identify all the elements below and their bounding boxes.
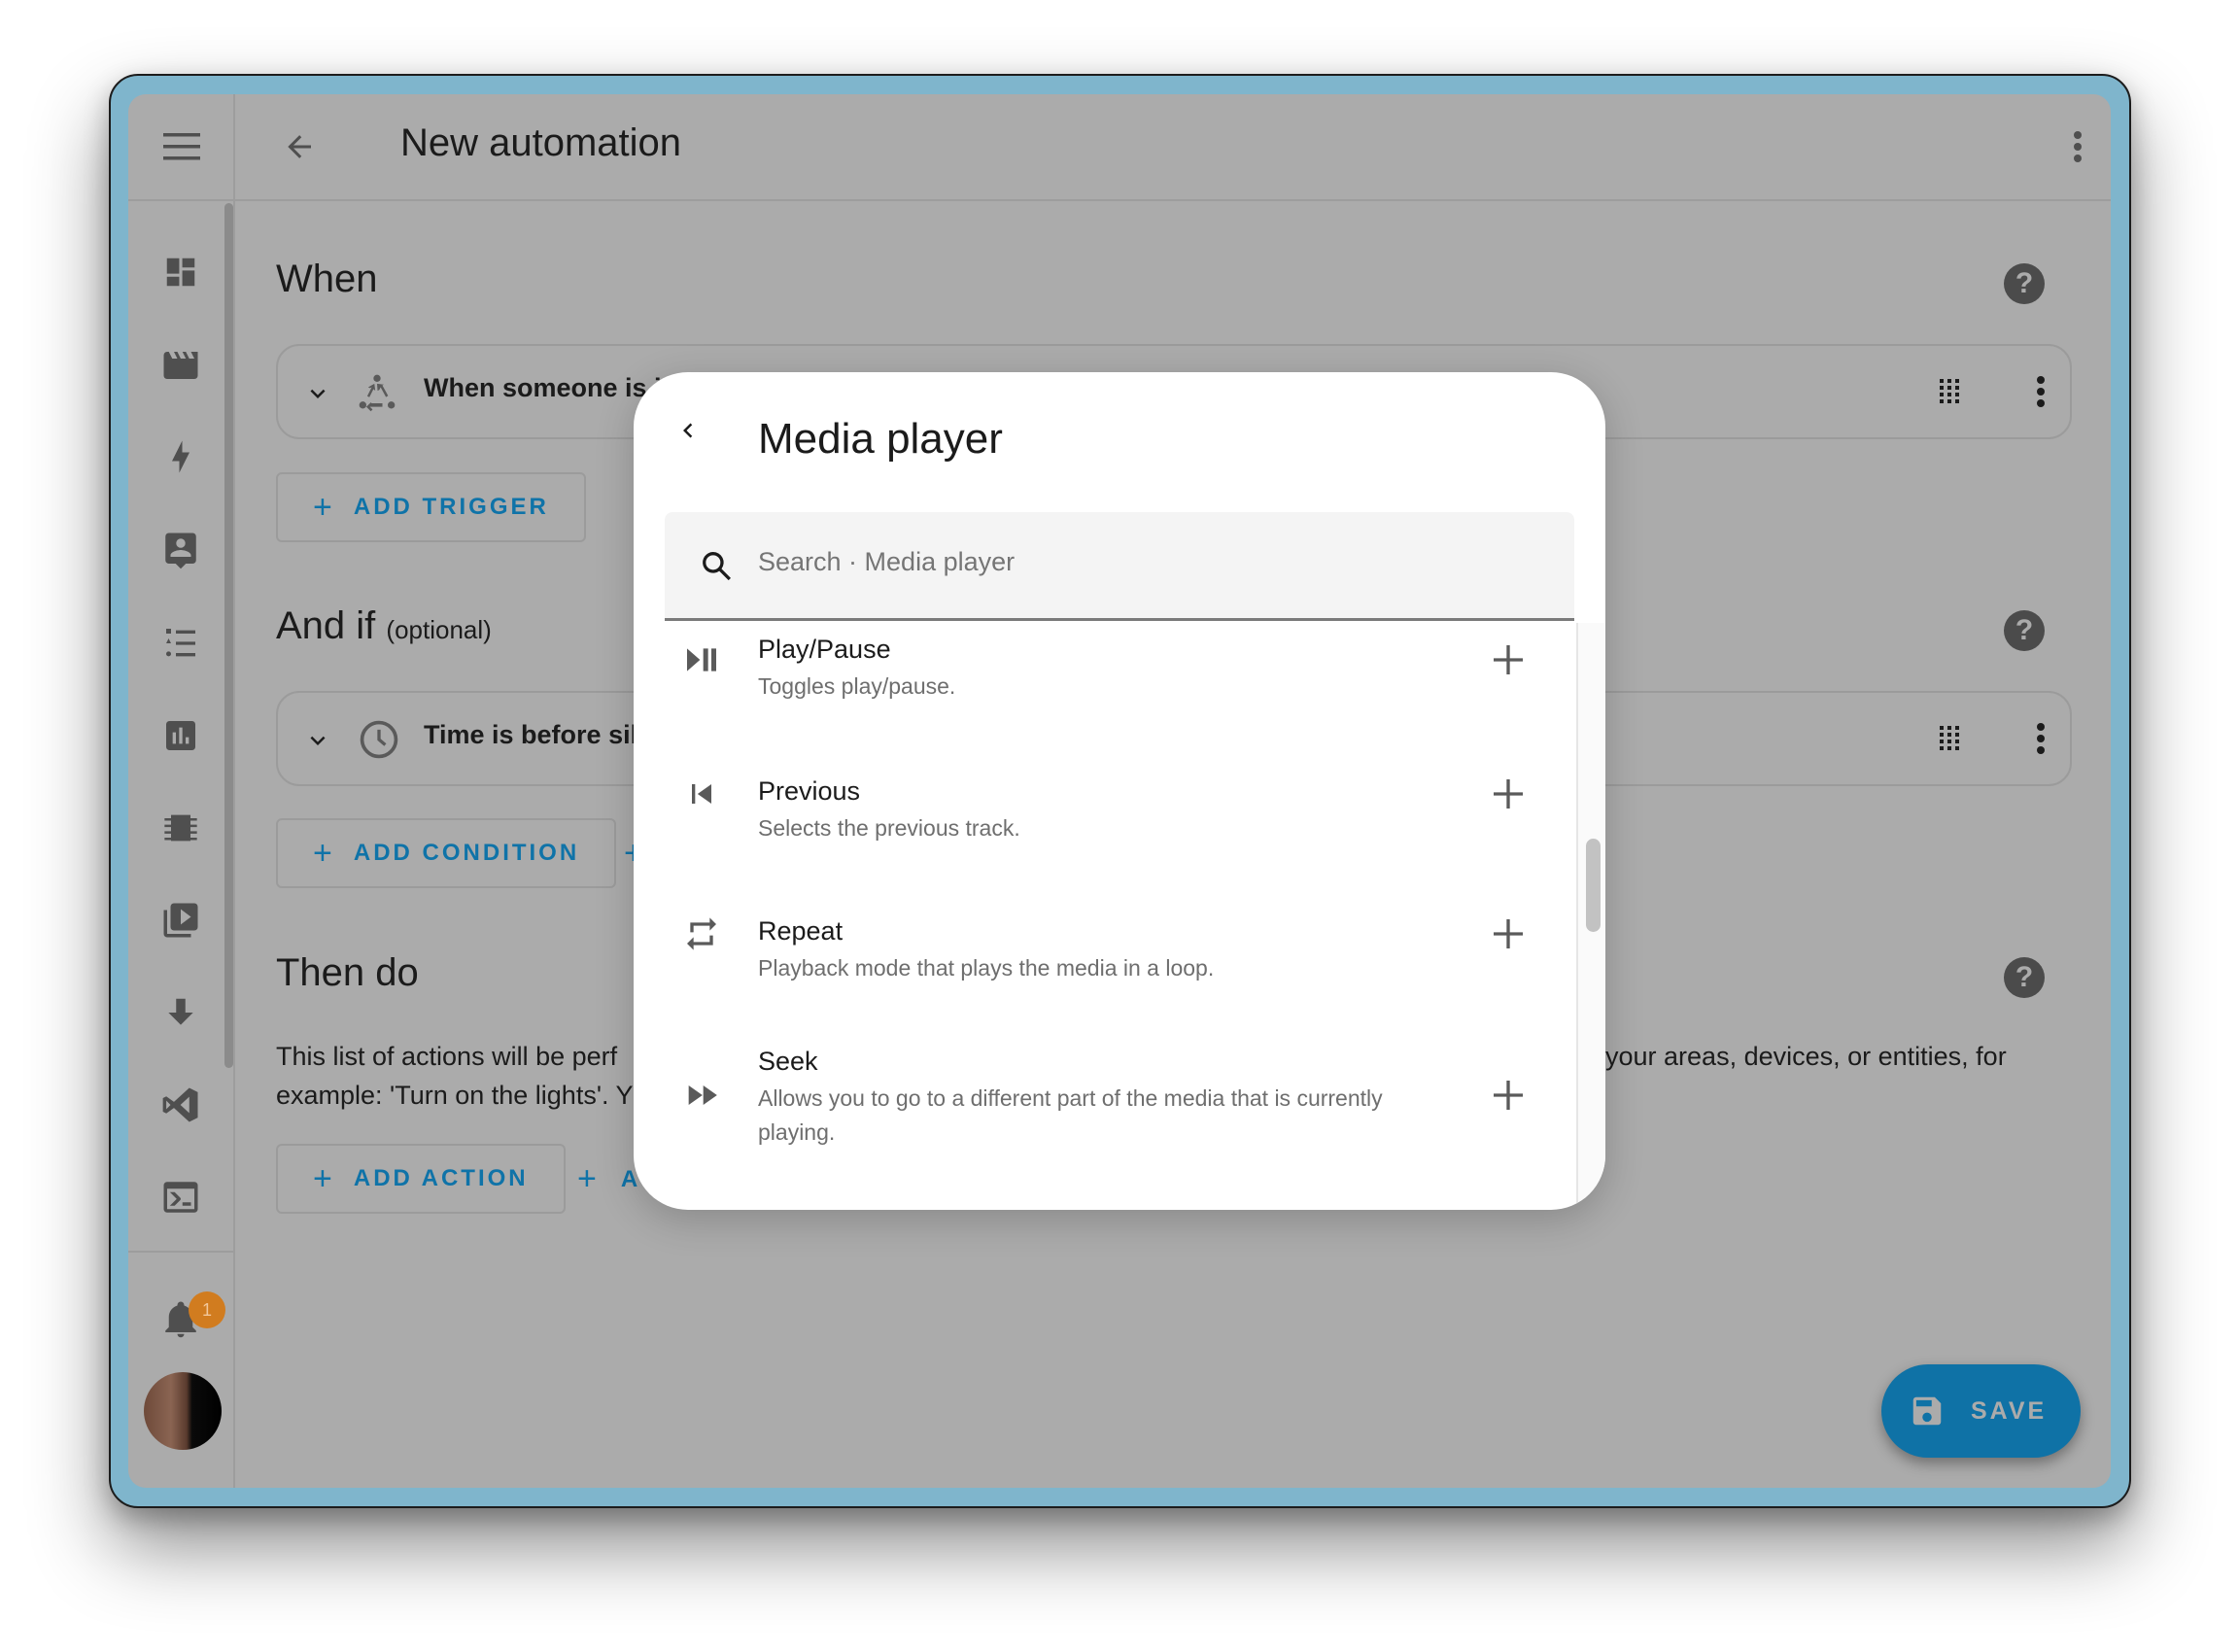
sidebar-item-logbook[interactable] xyxy=(128,609,233,677)
back-button[interactable] xyxy=(274,121,325,172)
chevron-down-icon[interactable] xyxy=(303,726,332,755)
dialog-scrollbar[interactable] xyxy=(1576,623,1605,1210)
plus-icon: + xyxy=(577,1160,600,1197)
arrow-left-icon xyxy=(288,135,311,158)
add-icon[interactable] xyxy=(1489,774,1528,813)
add-action-button[interactable]: + ADD ACTION xyxy=(276,1144,566,1214)
skip-previous-icon xyxy=(692,784,711,804)
add-building-block-button[interactable]: + A xyxy=(577,1160,640,1198)
page-title: New automation xyxy=(400,121,682,164)
add-trigger-label: ADD TRIGGER xyxy=(353,494,549,520)
sidebar-item-map[interactable] xyxy=(128,516,233,584)
sidebar-item-energy[interactable] xyxy=(128,423,233,491)
play-box-multiple-icon xyxy=(163,903,198,938)
add-icon[interactable] xyxy=(1489,640,1528,679)
item-subtitle: Selects the previous track. xyxy=(758,815,1020,841)
then-do-description-line1-left: This list of actions will be perf xyxy=(276,1042,618,1071)
hamburger-menu-icon xyxy=(163,133,200,160)
item-subtitle: Playback mode that plays the media in a … xyxy=(758,955,1215,981)
add-icon[interactable] xyxy=(1489,914,1528,953)
chevron-left-icon xyxy=(683,423,693,438)
help-icon[interactable]: ? xyxy=(2004,957,2045,998)
chart-box-icon xyxy=(166,721,195,750)
account-box-icon xyxy=(165,533,196,569)
add-action-label: ADD ACTION xyxy=(353,1165,529,1191)
sidebar-divider xyxy=(128,1251,233,1253)
dashboard-icon xyxy=(166,258,195,287)
list-item-repeat[interactable]: Repeat Playback mode that plays the medi… xyxy=(634,903,1576,1043)
repeat-icon xyxy=(687,917,716,950)
format-list-icon xyxy=(166,629,195,657)
overflow-menu-button[interactable] xyxy=(2052,121,2103,172)
action-list: Play/Pause Toggles play/pause. Previous … xyxy=(634,623,1576,1210)
content-save-icon xyxy=(1912,1396,1942,1426)
drag-handle-icon[interactable] xyxy=(1940,726,1963,751)
item-subtitle: Toggles play/pause. xyxy=(758,673,956,699)
vscode-icon xyxy=(162,1087,198,1122)
chevron-down-icon[interactable] xyxy=(303,379,332,408)
sidebar-menu-button[interactable] xyxy=(128,94,235,201)
item-title: Seek xyxy=(758,1047,818,1076)
dots-vertical-icon[interactable] xyxy=(2035,375,2047,408)
save-button[interactable]: SAVE xyxy=(1881,1364,2081,1458)
and-if-title: And if xyxy=(276,604,376,647)
dialog-scrollbar-thumb[interactable] xyxy=(1586,839,1601,932)
drag-handle-icon[interactable] xyxy=(1940,379,1963,404)
section-title-then-do: Then do xyxy=(276,951,419,994)
state-trigger-icon xyxy=(359,374,396,412)
item-title: Repeat xyxy=(758,916,844,946)
plus-icon: + xyxy=(313,488,332,526)
sidebar-item-terminal[interactable] xyxy=(128,1163,233,1231)
sidebar-item-hardware[interactable] xyxy=(128,794,233,862)
clapperboard-icon xyxy=(163,352,198,379)
sidebar-item-media-browser[interactable] xyxy=(128,886,233,954)
clock-icon xyxy=(360,720,398,759)
arrow-down-icon xyxy=(168,998,193,1025)
add-condition-button[interactable]: + ADD CONDITION xyxy=(276,818,617,888)
help-icon[interactable]: ? xyxy=(2004,610,2045,651)
search-icon xyxy=(703,552,731,581)
sidebar-item-overview[interactable] xyxy=(128,238,233,306)
search-input[interactable] xyxy=(758,547,1535,577)
list-item-previous[interactable]: Previous Selects the previous track. xyxy=(634,763,1576,903)
dialog-back-button[interactable] xyxy=(659,401,717,460)
item-title: Previous xyxy=(758,776,861,806)
sidebar-item-history[interactable] xyxy=(128,702,233,770)
condition-summary: Time is before sil xyxy=(424,720,638,749)
sidebar-item-downloads[interactable] xyxy=(128,979,233,1047)
notification-badge: 1 xyxy=(189,1291,225,1328)
item-title: Play/Pause xyxy=(758,635,891,664)
section-title-and-if: And if (optional) xyxy=(276,604,492,648)
console-icon xyxy=(163,1182,198,1213)
section-title-when: When xyxy=(276,258,378,300)
dialog-title: Media player xyxy=(758,415,1003,463)
play-pause-icon xyxy=(687,648,716,671)
item-subtitle: Allows you to go to a different part of … xyxy=(758,1085,1383,1145)
sidebar-item-vscode[interactable] xyxy=(128,1071,233,1139)
search-field[interactable] xyxy=(665,512,1574,621)
chip-icon xyxy=(164,814,197,842)
dots-vertical-icon xyxy=(2074,131,2082,162)
add-trigger-button[interactable]: + ADD TRIGGER xyxy=(276,472,586,542)
list-item-seek[interactable]: Seek Allows you to go to a different par… xyxy=(634,1031,1576,1210)
plus-icon: + xyxy=(313,1159,332,1197)
add-icon[interactable] xyxy=(1489,1076,1528,1115)
add-condition-label: ADD CONDITION xyxy=(353,840,580,866)
help-icon[interactable]: ? xyxy=(2004,263,2045,304)
user-avatar[interactable] xyxy=(144,1372,222,1450)
dots-vertical-icon[interactable] xyxy=(2035,722,2047,755)
plus-icon: + xyxy=(313,834,332,872)
media-player-dialog: Media player Play/Pause Toggles play/pau… xyxy=(634,372,1605,1210)
trigger-summary: When someone is i xyxy=(424,373,662,402)
then-do-description-line2-left: example: 'Turn on the lights'. Y xyxy=(276,1081,634,1110)
sidebar-item-media[interactable] xyxy=(128,331,233,399)
list-item-play-pause[interactable]: Play/Pause Toggles play/pause. xyxy=(634,623,1576,763)
lightning-bolt-icon xyxy=(172,440,189,473)
sidebar: 1 xyxy=(128,94,235,1488)
save-label: SAVE xyxy=(1971,1396,2048,1425)
optional-label: (optional) xyxy=(386,615,492,644)
top-app-bar: New automation xyxy=(235,94,2111,201)
fast-forward-icon xyxy=(688,1085,717,1105)
then-do-description-line1-right: your areas, devices, or entities, for xyxy=(1605,1042,2007,1071)
